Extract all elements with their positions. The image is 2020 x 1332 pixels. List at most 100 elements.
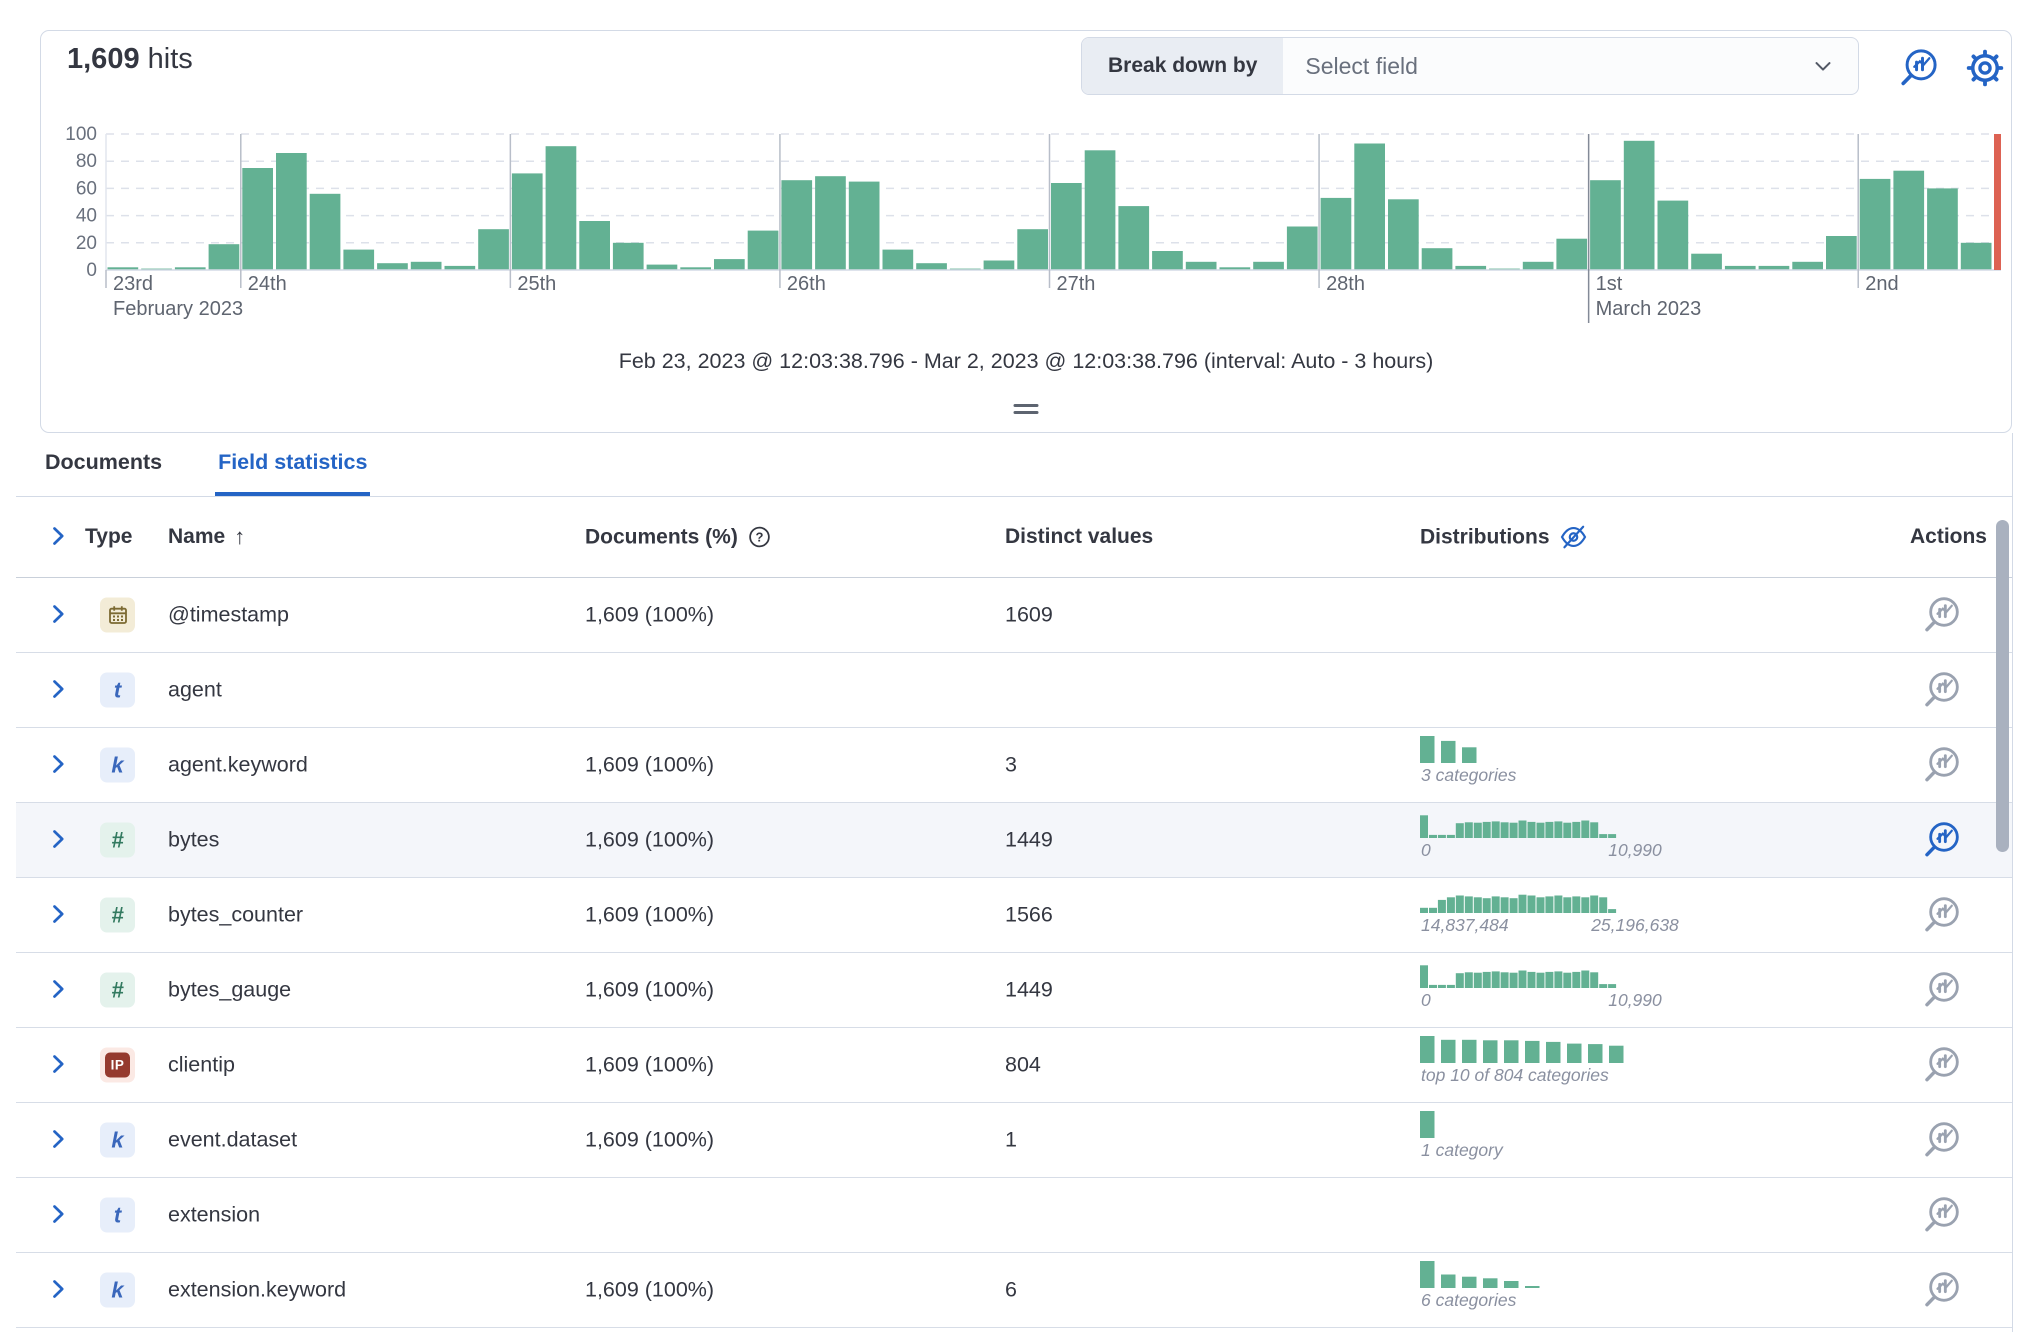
help-icon[interactable] (747, 525, 772, 550)
histogram-panel: 1,609 hits Break down by Select field 0 2… (40, 30, 2012, 433)
table-row: k agent.keyword 1,609 (100%) 3 3 categor… (16, 728, 2012, 803)
chevron-right-icon (46, 827, 70, 851)
field-stats-icon (1922, 895, 1962, 935)
expand-row-button[interactable] (43, 1275, 73, 1305)
explore-field-stats-button[interactable] (1922, 895, 1962, 935)
hits-histogram-chart[interactable]: 02040608010023rdFebruary 202324th25th26t… (61, 126, 2011, 336)
field-type-badge-keyword: k (100, 748, 135, 783)
explore-field-stats-button[interactable] (1922, 1195, 1962, 1235)
svg-text:0: 0 (86, 260, 97, 281)
chevron-right-icon (46, 524, 70, 548)
tab-field-statistics[interactable]: Field statistics (215, 433, 370, 496)
documents-percent: 1,609 (100%) (585, 1278, 714, 1303)
distribution-cell: 6 categories (1420, 1260, 1720, 1312)
distribution-max-label: 25,196,638 (1591, 915, 1679, 936)
chart-time-range: Feb 23, 2023 @ 12:03:38.796 - Mar 2, 202… (41, 349, 2011, 374)
expand-row-button[interactable] (43, 1050, 73, 1080)
expand-row-button[interactable] (43, 1200, 73, 1230)
field-type-badge-text: t (100, 673, 135, 708)
settings-button[interactable] (1964, 47, 2006, 89)
documents-percent: 1,609 (100%) (585, 1128, 714, 1153)
distinct-values: 6 (1005, 1278, 1017, 1303)
field-type-badge-number: # (100, 973, 135, 1008)
field-stats-icon (1922, 1270, 1962, 1310)
expand-row-button[interactable] (43, 1125, 73, 1155)
explore-field-stats-button[interactable] (1922, 970, 1962, 1010)
column-documents: Documents (%) (585, 525, 772, 550)
hits-summary: 1,609 hits (67, 43, 193, 76)
documents-percent: 1,609 (100%) (585, 1053, 714, 1078)
hits-label: hits (148, 43, 193, 75)
gear-icon (1964, 47, 2006, 89)
explore-field-stats-button[interactable] (1922, 1045, 1962, 1085)
explore-field-stats-button[interactable] (1922, 820, 1962, 860)
field-name: clientip (168, 1053, 235, 1078)
expand-row-button[interactable] (43, 825, 73, 855)
svg-text:20: 20 (76, 233, 97, 254)
field-name: bytes_counter (168, 903, 303, 928)
distinct-values: 804 (1005, 1053, 1041, 1078)
distribution-mini-chart (1420, 1036, 1630, 1063)
svg-text:March 2023: March 2023 (1596, 298, 1702, 320)
breakdown-control: Break down by Select field (1081, 37, 1859, 95)
column-actions: Actions (1910, 525, 1987, 549)
svg-text:40: 40 (76, 206, 97, 227)
documents-percent: 1,609 (100%) (585, 753, 714, 778)
column-name[interactable]: Name ↑ (168, 524, 245, 550)
field-name: bytes_gauge (168, 978, 291, 1003)
chevron-right-icon (46, 977, 70, 1001)
distinct-values: 3 (1005, 753, 1017, 778)
svg-text:1st: 1st (1596, 273, 1623, 295)
chevron-down-icon (1810, 53, 1836, 79)
explore-field-stats-button[interactable] (1922, 595, 1962, 635)
field-type-badge-date (100, 598, 135, 633)
resize-handle[interactable] (1010, 396, 1043, 422)
documents-percent: 1,609 (100%) (585, 828, 714, 853)
distribution-cell: 0 10,990 (1420, 960, 1720, 1012)
hide-distributions-icon[interactable] (1559, 523, 1588, 552)
distribution-max-label: 10,990 (1608, 990, 1662, 1011)
field-stats-icon (1922, 745, 1962, 785)
explore-field-stats-button[interactable] (1922, 1120, 1962, 1160)
table-row: k event.dataset 1,609 (100%) 1 1 categor… (16, 1103, 2012, 1178)
field-type-badge-keyword: k (100, 1123, 135, 1158)
field-name: @timestamp (168, 603, 289, 628)
expand-row-button[interactable] (43, 975, 73, 1005)
chart-options-button[interactable] (1898, 47, 1940, 89)
svg-text:28th: 28th (1326, 273, 1365, 295)
column-distinct-values: Distinct values (1005, 525, 1153, 549)
breakdown-label: Break down by (1082, 38, 1283, 94)
svg-text:100: 100 (65, 126, 97, 145)
table-row: t extension (16, 1178, 2012, 1253)
distribution-mini-chart (1420, 736, 1483, 763)
explore-field-stats-button[interactable] (1922, 1270, 1962, 1310)
expand-row-button[interactable] (43, 600, 73, 630)
distribution-cell: 14,837,484 25,196,638 (1420, 885, 1720, 937)
field-type-badge-text: t (100, 1198, 135, 1233)
chevron-right-icon (46, 902, 70, 926)
field-stats-icon (1922, 970, 1962, 1010)
field-stats-icon (1922, 595, 1962, 635)
field-name: event.dataset (168, 1128, 297, 1153)
distribution-mini-chart (1420, 964, 1635, 988)
expand-row-button[interactable] (43, 750, 73, 780)
table-row: # bytes_gauge 1,609 (100%) 1449 0 10,990 (16, 953, 2012, 1028)
field-name: bytes (168, 828, 219, 853)
svg-text:24th: 24th (248, 273, 287, 295)
scrollbar-thumb[interactable] (1996, 520, 2009, 852)
field-stats-icon (1922, 670, 1962, 710)
breakdown-select[interactable]: Select field (1283, 38, 1858, 94)
field-stats-icon (1922, 1120, 1962, 1160)
distribution-label: 1 category (1421, 1140, 1503, 1161)
distribution-label: top 10 of 804 categories (1421, 1065, 1609, 1086)
expand-all-button[interactable] (43, 522, 73, 552)
field-stats-icon (1922, 820, 1962, 860)
explore-field-stats-button[interactable] (1922, 745, 1962, 785)
documents-percent: 1,609 (100%) (585, 603, 714, 628)
tab-documents[interactable]: Documents (42, 433, 165, 496)
expand-row-button[interactable] (43, 900, 73, 930)
expand-row-button[interactable] (43, 675, 73, 705)
explore-field-stats-button[interactable] (1922, 670, 1962, 710)
table-row: # bytes_counter 1,609 (100%) 1566 14,837… (16, 878, 2012, 953)
distribution-max-label: 10,990 (1608, 840, 1662, 861)
